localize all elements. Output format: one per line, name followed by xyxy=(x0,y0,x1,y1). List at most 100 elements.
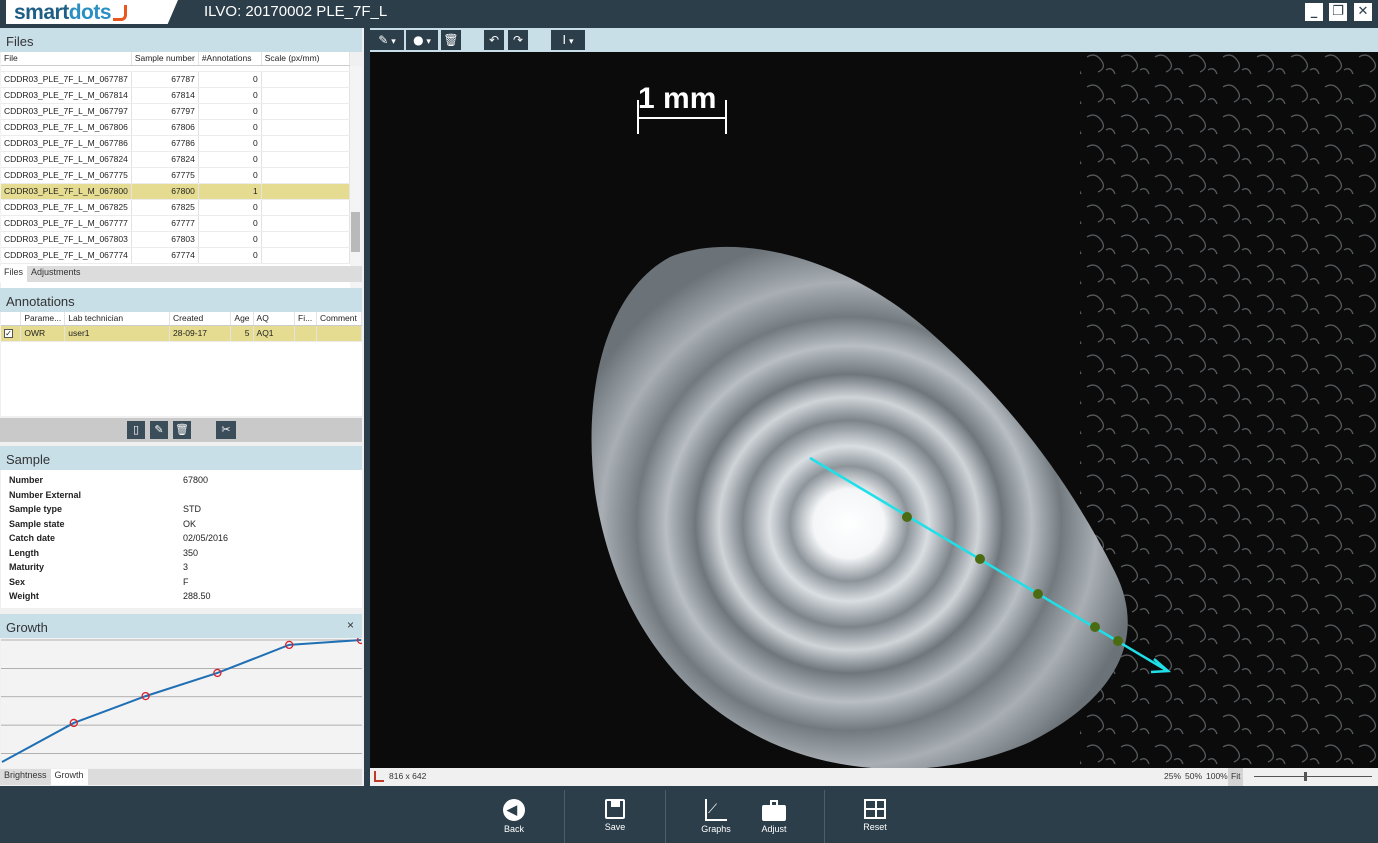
graphs-label: Graphs xyxy=(701,824,731,834)
redo-button[interactable]: ↷ xyxy=(508,30,528,50)
otolith-image-svg[interactable]: 1 mm xyxy=(370,52,1378,768)
table-cell: 0 xyxy=(198,135,262,152)
files-scrollbar[interactable] xyxy=(350,66,362,292)
delete-annotation-icon[interactable]: 🗑 xyxy=(173,421,191,439)
annotation-dot[interactable] xyxy=(1113,636,1123,646)
table-row[interactable]: CDDR03_PLE_7F_L_M_067825 67825 0 xyxy=(1,199,350,216)
separator xyxy=(564,790,565,843)
files-col-header[interactable]: Sample number xyxy=(131,52,199,66)
annotation-dot[interactable] xyxy=(1090,622,1100,632)
table-cell: CDDR03_PLE_7F_L_M_067775 xyxy=(1,167,132,184)
annotation-checkbox[interactable]: ✓ xyxy=(1,325,22,342)
table-row[interactable]: CDDR03_PLE_7F_L_M_067806 67806 0 xyxy=(1,119,350,136)
annotation-col-header[interactable]: Age xyxy=(230,312,254,326)
table-cell: CDDR03_PLE_7F_L_M_067806 xyxy=(1,119,132,136)
otolith-image[interactable]: 1 mm xyxy=(370,52,1378,768)
back-button[interactable]: ◀ Back xyxy=(469,786,559,843)
save-button[interactable]: Save xyxy=(570,786,660,843)
annotation-col-header[interactable]: Created xyxy=(169,312,232,326)
sample-details: Number 67800 Number External Sample type STD… xyxy=(1,470,362,608)
chevron-down-icon: ▾ xyxy=(388,37,396,47)
annotation-cell: 5 xyxy=(230,325,254,342)
undo-button[interactable]: ↶ xyxy=(484,30,504,50)
table-row[interactable]: CDDR03_PLE_7F_L_M_067786 67786 0 xyxy=(1,135,350,152)
delete-button[interactable]: 🗑 xyxy=(441,30,461,50)
tab-brightness[interactable]: Brightness xyxy=(0,769,51,785)
zoom-50[interactable]: 50% xyxy=(1185,771,1202,781)
annotation-row[interactable]: ✓ OWR user1 28-09-17 5 AQ1 xyxy=(1,325,362,342)
back-arrow-icon: ◀ xyxy=(503,799,525,821)
table-row[interactable]: CDDR03_PLE_7F_L_M_067803 67803 0 xyxy=(1,231,350,248)
table-row[interactable]: CDDR03_PLE_7F_L_M_067824 67824 0 xyxy=(1,151,350,168)
table-row[interactable]: CDDR03_PLE_7F_L_M_067777 67777 0 xyxy=(1,215,350,232)
restore-button[interactable]: ❐ xyxy=(1329,3,1347,21)
minimize-button[interactable]: _ xyxy=(1305,3,1323,21)
annotation-dot[interactable] xyxy=(902,512,912,522)
pin-icon[interactable]: ✂ xyxy=(216,421,236,439)
undo-icon: ↶ xyxy=(488,33,500,47)
draw-tool-button[interactable]: ✎ ▾ xyxy=(370,30,404,50)
measure-tool-button[interactable]: Ⅰ ▾ xyxy=(551,30,585,50)
table-cell: CDDR03_PLE_7F_L_M_067777 xyxy=(1,215,132,232)
files-col-header[interactable]: #Annotations xyxy=(198,52,262,66)
chevron-down-icon: ▾ xyxy=(423,37,431,47)
zoom-100[interactable]: 100% xyxy=(1206,771,1228,781)
growth-title: Growth xyxy=(6,620,48,635)
table-cell xyxy=(261,87,350,104)
table-cell: 0 xyxy=(198,215,262,232)
table-cell: CDDR03_PLE_7F_L_M_067774 xyxy=(1,247,132,264)
microscope-icon xyxy=(113,5,128,21)
pencil-icon: ✎ xyxy=(378,33,389,47)
table-cell: CDDR03_PLE_7F_L_M_067814 xyxy=(1,87,132,104)
annotation-cell: 28-09-17 xyxy=(169,325,232,342)
table-cell: CDDR03_PLE_7F_L_M_067824 xyxy=(1,151,132,168)
annotation-col-header[interactable]: Fi... xyxy=(294,312,317,326)
dot-tool-button[interactable]: ● ▾ xyxy=(406,30,438,50)
table-cell xyxy=(261,71,350,88)
files-col-header[interactable]: Scale (px/mm) xyxy=(261,52,350,66)
checkmark-icon: ✓ xyxy=(4,329,13,338)
tab-adjustments[interactable]: Adjustments xyxy=(27,266,85,282)
viewer-status-bar: 816 x 642 25% 50% 100% Fit xyxy=(370,768,1378,786)
table-row[interactable]: CDDR03_PLE_7F_L_M_067814 67814 0 xyxy=(1,87,350,104)
table-row[interactable]: CDDR03_PLE_7F_L_M_067775 67775 0 xyxy=(1,167,350,184)
tab-growth[interactable]: Growth xyxy=(50,769,88,785)
sample-field-value: 288.50 xyxy=(183,591,211,601)
files-col-header[interactable]: File xyxy=(1,52,132,66)
adjust-button[interactable]: Adjust xyxy=(729,786,819,843)
table-cell: 0 xyxy=(198,199,262,216)
table-row[interactable]: CDDR03_PLE_7F_L_M_067797 67797 0 xyxy=(1,103,350,120)
annotation-col-header[interactable]: Lab technician xyxy=(64,312,170,326)
table-cell: 67825 xyxy=(131,199,199,216)
annotation-dot[interactable] xyxy=(975,554,985,564)
annotation-col-header[interactable]: Comment xyxy=(316,312,362,326)
close-button[interactable]: ✕ xyxy=(1354,3,1372,21)
table-cell xyxy=(261,231,350,248)
table-row[interactable]: CDDR03_PLE_7F_L_M_067787 67787 0 xyxy=(1,71,350,88)
table-cell: CDDR03_PLE_7F_L_M_067797 xyxy=(1,103,132,120)
logo-text-accent: dots xyxy=(68,1,112,24)
zoom-slider[interactable] xyxy=(1254,772,1372,781)
table-cell xyxy=(261,103,350,120)
tab-files[interactable]: Files xyxy=(0,266,28,282)
table-cell xyxy=(261,199,350,216)
scrollbar-thumb[interactable] xyxy=(351,212,360,252)
edit-annotation-icon[interactable]: ✎ xyxy=(150,421,168,439)
annotation-col-header[interactable]: AQ xyxy=(253,312,296,326)
zoom-25[interactable]: 25% xyxy=(1164,771,1181,781)
ann-col-check xyxy=(1,312,22,326)
reset-button[interactable]: Reset xyxy=(830,786,920,843)
table-row[interactable]: CDDR03_PLE_7F_L_M_067774 67774 0 xyxy=(1,247,350,264)
growth-close-icon[interactable]: × xyxy=(347,618,354,632)
annotation-dot[interactable] xyxy=(1033,589,1043,599)
table-cell: 0 xyxy=(198,151,262,168)
sample-field-label: Length xyxy=(9,547,39,558)
image-viewer: ✎ ▾ ● ▾ 🗑 ↶ ↷ Ⅰ ▾ 1 mm 816 x 642 25% 50%… xyxy=(370,28,1378,786)
new-annotation-icon[interactable]: ▯ xyxy=(127,421,145,439)
zoom-slider-handle[interactable] xyxy=(1304,772,1307,781)
table-cell: 0 xyxy=(198,119,262,136)
table-row[interactable]: CDDR03_PLE_7F_L_M_067800 67800 1 xyxy=(1,183,350,200)
annotation-col-header[interactable]: Parame... xyxy=(20,312,66,326)
sample-field-label: Sample state xyxy=(9,518,65,529)
zoom-fit[interactable]: Fit xyxy=(1228,768,1244,786)
